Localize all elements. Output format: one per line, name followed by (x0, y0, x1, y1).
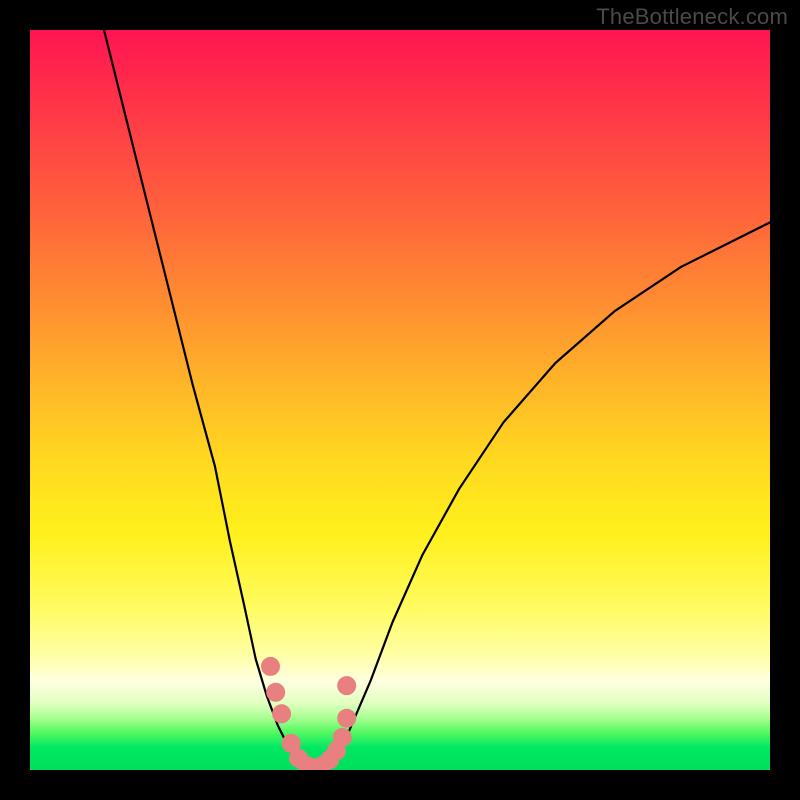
marker-group (262, 657, 356, 770)
watermark-text: TheBottleneck.com (596, 4, 788, 30)
chart-frame: TheBottleneck.com (0, 0, 800, 800)
marker-dot (338, 677, 356, 695)
curve-path (104, 30, 770, 770)
chart-svg (30, 30, 770, 770)
marker-dot (333, 728, 351, 746)
marker-dot (273, 705, 291, 723)
marker-dot (262, 657, 280, 675)
marker-dot (267, 683, 285, 701)
plot-area (30, 30, 770, 770)
marker-dot (338, 709, 356, 727)
